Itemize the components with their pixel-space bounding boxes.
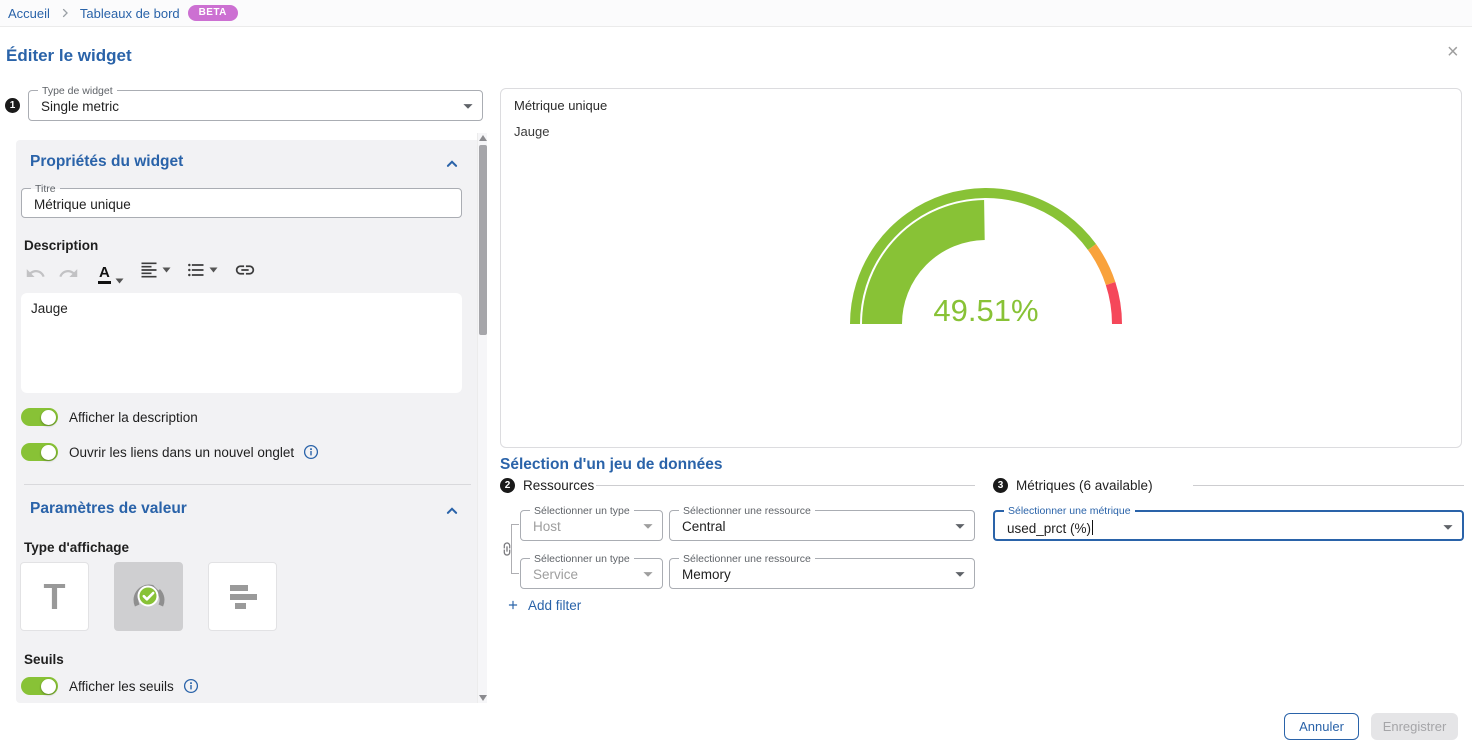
- toggle-row-show-description: Afficher la description: [21, 408, 198, 426]
- value-params-section-title: Paramètres de valeur: [30, 500, 187, 518]
- scrollbar-thumb[interactable]: [479, 145, 487, 335]
- chevron-down-icon: [162, 267, 171, 273]
- display-type-barchart-button[interactable]: [208, 562, 277, 631]
- toggle-row-open-links: Ouvrir les liens dans un nouvel onglet: [21, 443, 319, 461]
- show-description-toggle[interactable]: [21, 408, 58, 426]
- resource-type-select-2[interactable]: Sélectionner un type Service: [520, 558, 663, 589]
- breadcrumb-link-home[interactable]: Accueil: [8, 6, 50, 21]
- chevron-up-icon[interactable]: [443, 502, 461, 520]
- resource-select-1[interactable]: Sélectionner une ressource Central: [669, 510, 975, 541]
- description-editor[interactable]: Jauge: [21, 293, 462, 393]
- properties-section-title: Propriétés du widget: [30, 153, 183, 171]
- plus-icon: [506, 598, 520, 612]
- undo-icon[interactable]: [22, 256, 48, 284]
- metrics-label: Métriques (6 available): [1016, 478, 1153, 493]
- toggle-label: Afficher la description: [69, 410, 198, 425]
- resources-divider: [596, 485, 975, 486]
- info-icon[interactable]: [303, 444, 319, 460]
- breadcrumb: Accueil Tableaux de bord BETA: [0, 0, 1472, 27]
- chevron-down-icon: [637, 563, 659, 585]
- widget-editor-page: Accueil Tableaux de bord BETA Éditer le …: [0, 0, 1472, 743]
- bar-chart-icon: [223, 577, 263, 617]
- chain-link-icon: [499, 540, 515, 558]
- text-cursor: [1092, 520, 1093, 535]
- preview-title: Métrique unique: [514, 98, 607, 113]
- chevron-down-icon: [637, 515, 659, 537]
- resources-label: Ressources: [523, 478, 594, 493]
- gauge-ring-warning-arc: [1092, 247, 1111, 284]
- description-text: Jauge: [31, 301, 68, 316]
- chevron-down-icon: [115, 278, 124, 284]
- open-links-toggle[interactable]: [21, 443, 58, 461]
- scroll-down-icon[interactable]: [479, 693, 487, 703]
- gauge-selected-icon: [129, 577, 169, 617]
- resource-type-select-1[interactable]: Sélectionner un type Host: [520, 510, 663, 541]
- description-label: Description: [24, 238, 98, 253]
- step-2-marker: 2: [500, 478, 515, 493]
- title-field-label: Titre: [31, 183, 60, 195]
- info-icon[interactable]: [183, 678, 199, 694]
- rich-text-toolbar: A: [22, 256, 256, 284]
- text-display-icon: T: [44, 579, 66, 615]
- redo-icon[interactable]: [55, 256, 81, 284]
- widget-type-select[interactable]: Type de widget Single metric: [28, 90, 483, 121]
- title-field-value: Métrique unique: [22, 189, 461, 212]
- gauge-ring-critical-arc: [1111, 284, 1117, 324]
- widget-type-select-label: Type de widget: [38, 85, 117, 97]
- thresholds-label: Seuils: [24, 652, 64, 667]
- display-type-gauge-button[interactable]: [114, 562, 183, 631]
- text-align-icon[interactable]: [139, 256, 171, 284]
- link-icon[interactable]: [234, 256, 256, 284]
- section-divider: [24, 484, 471, 485]
- metrics-divider: [1193, 485, 1464, 486]
- step-3-marker: 3: [993, 478, 1008, 493]
- gauge-chart: 49.51%: [846, 180, 1126, 332]
- widget-settings-panel: Propriétés du widget Titre Métrique uniq…: [16, 140, 487, 703]
- panel-scrollbar[interactable]: [477, 133, 487, 703]
- chevron-down-icon: [457, 95, 479, 117]
- chevron-down-icon: [209, 267, 218, 273]
- display-type-label: Type d'affichage: [24, 540, 129, 555]
- page-title: Éditer le widget: [6, 46, 132, 66]
- add-filter-button[interactable]: Add filter: [506, 596, 581, 614]
- cancel-button[interactable]: Annuler: [1284, 713, 1359, 740]
- save-button[interactable]: Enregistrer: [1371, 713, 1458, 740]
- breadcrumb-link-dashboards[interactable]: Tableaux de bord: [80, 6, 180, 21]
- toggle-label: Afficher les seuils: [69, 679, 174, 694]
- title-field[interactable]: Titre Métrique unique: [21, 188, 462, 218]
- chevron-up-icon[interactable]: [443, 155, 461, 173]
- gauge-value-text: 49.51%: [933, 293, 1038, 328]
- metric-select[interactable]: Sélectionner une métrique used_prct (%): [993, 510, 1464, 541]
- bullet-list-icon[interactable]: [186, 256, 218, 284]
- chevron-right-icon: [58, 6, 72, 20]
- close-icon[interactable]: ×: [1447, 42, 1459, 62]
- font-color-icon[interactable]: A: [98, 256, 124, 284]
- toggle-label: Ouvrir les liens dans un nouvel onglet: [69, 445, 294, 460]
- toggle-row-show-thresholds: Afficher les seuils: [21, 677, 199, 695]
- preview-description: Jauge: [514, 124, 549, 139]
- resource-select-2[interactable]: Sélectionner une ressource Memory: [669, 558, 975, 589]
- dataset-section-title: Sélection d'un jeu de données: [500, 456, 722, 474]
- show-thresholds-toggle[interactable]: [21, 677, 58, 695]
- scroll-up-icon[interactable]: [479, 133, 487, 143]
- step-1-marker: 1: [5, 98, 20, 113]
- widget-preview-card: Métrique unique Jauge 49.51%: [500, 88, 1462, 448]
- chevron-down-icon: [1437, 516, 1459, 538]
- chevron-down-icon: [949, 515, 971, 537]
- beta-badge: BETA: [188, 5, 238, 21]
- display-type-text-button[interactable]: T: [20, 562, 89, 631]
- chevron-down-icon: [949, 563, 971, 585]
